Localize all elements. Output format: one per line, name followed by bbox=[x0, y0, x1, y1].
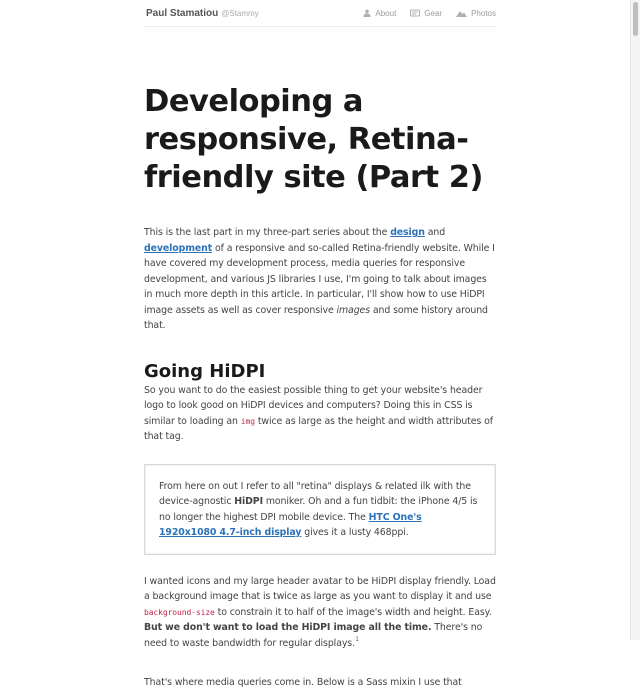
intro-text-2: and bbox=[424, 227, 446, 238]
icons-text-2: to constrain it to half of the image's w… bbox=[214, 606, 492, 618]
site-brand[interactable]: Paul Stamatiou @Stammy bbox=[144, 8, 259, 19]
site-name[interactable]: Paul Stamatiou bbox=[146, 8, 218, 19]
mountain-icon bbox=[456, 11, 468, 17]
twitter-handle[interactable]: @Stammy bbox=[221, 9, 258, 18]
hidpi-paragraph: So you want to do the easiest possible t… bbox=[144, 383, 496, 445]
development-link[interactable]: development bbox=[144, 243, 212, 254]
intro-paragraph: This is the last part in my three-part s… bbox=[144, 225, 496, 334]
nav-photos-label: Photos bbox=[471, 8, 496, 18]
icons-text-1: I wanted icons and my large header avata… bbox=[144, 575, 496, 603]
nav-photos[interactable]: Photos bbox=[456, 9, 496, 18]
intro-text-1: This is the last part in my three-part s… bbox=[144, 227, 391, 238]
intro-emphasis: images bbox=[336, 304, 371, 316]
nav-about[interactable]: About bbox=[363, 9, 396, 18]
icons-strong: But we don't want to load the HiDPI imag… bbox=[144, 622, 432, 633]
scrollbar-thumb[interactable] bbox=[633, 2, 638, 36]
section-heading: Going HiDPI bbox=[144, 360, 266, 382]
callout-strong: HiDPI bbox=[234, 496, 263, 507]
nav-gear[interactable]: Gear bbox=[410, 9, 442, 18]
user-icon bbox=[363, 9, 371, 17]
footnote-link[interactable]: 1 bbox=[355, 635, 359, 643]
media-queries-paragraph: That's where media queries come in. Belo… bbox=[144, 677, 462, 688]
callout-paragraph: From here on out I refer to all "retina"… bbox=[159, 479, 481, 541]
article: Developing a responsive, Retina-friendly… bbox=[144, 83, 496, 691]
callout-box: From here on out I refer to all "retina"… bbox=[144, 463, 496, 555]
design-link[interactable]: design bbox=[390, 227, 425, 238]
icons-paragraph: I wanted icons and my large header avata… bbox=[144, 574, 496, 652]
inline-code-background-size: background-size bbox=[144, 607, 215, 617]
page-container: Paul Stamatiou @Stammy About Gear Photos… bbox=[144, 0, 496, 691]
site-header: Paul Stamatiou @Stammy About Gear Photos bbox=[144, 0, 496, 27]
nav-gear-label: Gear bbox=[424, 8, 443, 18]
callout-text-3: gives it a lusty 468ppi. bbox=[301, 527, 409, 538]
inline-code-img: img bbox=[240, 416, 255, 426]
scrollbar[interactable] bbox=[630, 0, 640, 640]
gear-icon bbox=[410, 9, 421, 17]
site-nav: About Gear Photos bbox=[349, 9, 496, 18]
nav-about-label: About bbox=[375, 8, 397, 18]
article-title: Developing a responsive, Retina-friendly… bbox=[144, 84, 483, 195]
